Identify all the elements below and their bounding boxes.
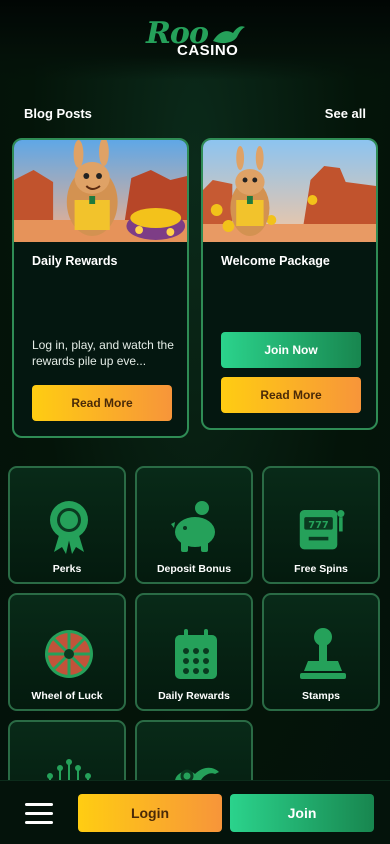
- header: Roo CASINO: [0, 0, 390, 80]
- tile-perks[interactable]: Perks: [8, 466, 126, 584]
- kangaroo-icon: [213, 26, 245, 44]
- login-button[interactable]: Login: [78, 794, 222, 832]
- hamburger-menu-icon[interactable]: [25, 803, 53, 825]
- read-more-button[interactable]: Read More: [32, 385, 172, 421]
- calendar-icon: [175, 629, 217, 679]
- welcome-package-image: [203, 140, 376, 242]
- blog-posts-title: Blog Posts: [24, 106, 92, 121]
- join-button[interactable]: Join: [230, 794, 374, 832]
- tile-label: Deposit Bonus: [156, 563, 232, 575]
- tile-wheel-of-luck[interactable]: Wheel of Luck: [8, 593, 126, 711]
- blog-card-daily-rewards[interactable]: Daily Rewards Log in, play, and watch th…: [12, 138, 189, 438]
- tile-label: Daily Rewards: [158, 690, 230, 702]
- card-description: Log in, play, and watch the rewards pile…: [32, 338, 174, 368]
- join-now-button[interactable]: Join Now: [221, 332, 361, 368]
- slot-machine-icon: 777: [299, 510, 345, 550]
- read-more-button[interactable]: Read More: [221, 377, 361, 413]
- card-title: Welcome Package: [221, 254, 330, 268]
- wheel-icon: [45, 630, 93, 678]
- roo-casino-logo[interactable]: Roo CASINO: [143, 16, 247, 62]
- tile-stamps[interactable]: Stamps: [262, 593, 380, 711]
- bottom-bar: Login Join: [0, 780, 390, 844]
- page: Roo CASINO Blog Posts See all Daily Rewa…: [0, 0, 390, 844]
- card-title: Daily Rewards: [32, 254, 118, 268]
- tile-label: Stamps: [302, 690, 340, 702]
- tile-label: Free Spins: [294, 563, 348, 575]
- tile-free-spins[interactable]: 777 Free Spins: [262, 466, 380, 584]
- stamp-icon: [300, 628, 346, 679]
- tile-label: Perks: [52, 563, 82, 575]
- piggy-bank-icon: [171, 501, 215, 552]
- tile-daily-rewards[interactable]: Daily Rewards: [135, 593, 253, 711]
- tile-label: Wheel of Luck: [31, 690, 103, 702]
- svg-text:777: 777: [308, 520, 329, 531]
- medal-icon: [50, 501, 88, 554]
- daily-rewards-image: [14, 140, 187, 242]
- blog-section-header: Blog Posts See all: [24, 104, 366, 124]
- tile-deposit-bonus[interactable]: Deposit Bonus: [135, 466, 253, 584]
- see-all-link[interactable]: See all: [325, 106, 366, 121]
- blog-card-welcome-package[interactable]: Welcome Package Join Now Read More: [201, 138, 378, 430]
